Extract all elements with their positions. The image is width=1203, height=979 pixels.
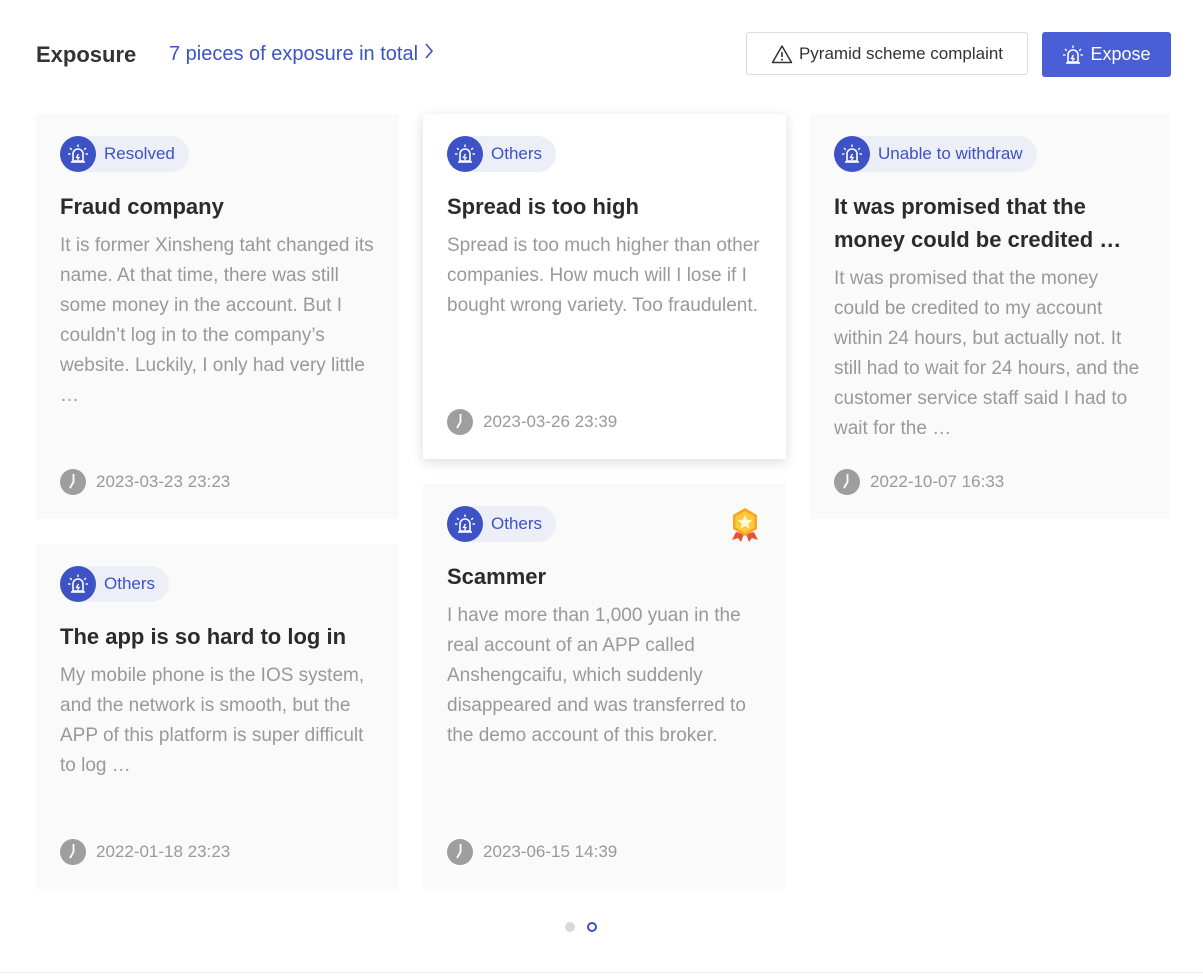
- card-date: 2023-03-23 23:23: [60, 469, 230, 495]
- card-date: 2023-06-15 14:39: [447, 839, 617, 865]
- status-tag-label: Unable to withdraw: [852, 136, 1037, 172]
- exposure-card[interactable]: Others Scammer I have more than 1,000 yu…: [423, 484, 786, 889]
- expose-button-label: Expose: [1090, 44, 1151, 64]
- clock-icon: [447, 409, 473, 435]
- status-tag: Resolved: [60, 136, 189, 172]
- expose-button[interactable]: Expose: [1042, 32, 1171, 77]
- medal-icon: [728, 506, 762, 542]
- clock-icon: [60, 469, 86, 495]
- card-date-text: 2023-03-23 23:23: [96, 472, 231, 491]
- divider: [0, 972, 1203, 973]
- card-title: Spread is too high: [447, 194, 639, 219]
- card-title: The app is so hard to log in: [60, 624, 347, 649]
- exposure-card[interactable]: Others The app is so hard to log in My m…: [36, 544, 399, 889]
- page-dot-1[interactable]: [565, 922, 575, 932]
- page-dot-2[interactable]: [587, 922, 597, 932]
- card-title: Fraud company: [60, 194, 224, 219]
- card-description: My mobile phone is the IOS system, and t…: [60, 665, 365, 776]
- clock-icon: [834, 469, 860, 495]
- card-date: 2022-01-18 23:23: [60, 839, 230, 865]
- warning-icon: [771, 44, 793, 64]
- pyramid-complaint-button[interactable]: Pyramid scheme complaint: [746, 32, 1028, 75]
- clock-icon: [447, 839, 473, 865]
- page-title: Exposure: [36, 42, 137, 67]
- card-description: It was promised that the money could be …: [834, 268, 1140, 439]
- status-tag: Others: [447, 506, 557, 542]
- pyramid-complaint-label: Pyramid scheme complaint: [798, 43, 1004, 63]
- card-date-text: 2023-06-15 14:39: [483, 842, 618, 861]
- alarm-icon: [1062, 44, 1084, 66]
- status-tag: Unable to withdraw: [834, 136, 1037, 172]
- clock-icon: [60, 839, 86, 865]
- status-tag: Others: [447, 136, 557, 172]
- card-description: I have more than 1,000 yuan in the real …: [447, 605, 746, 746]
- pagination-dots: [565, 922, 597, 932]
- total-exposure-label: 7 pieces of exposure in total: [169, 42, 419, 65]
- exposure-card[interactable]: Unable to withdraw It was promised that …: [810, 114, 1170, 519]
- card-description: Spread is too much higher than other com…: [447, 235, 760, 316]
- exposure-card[interactable]: Others Spread is too high Spread is too …: [423, 114, 786, 459]
- chevron-right-icon: [424, 42, 434, 66]
- card-date-text: 2022-10-07 16:33: [870, 472, 1005, 491]
- status-tag: Others: [60, 566, 170, 602]
- alarm-icon: [60, 136, 96, 172]
- exposure-header: Exposure 7 pieces of exposure in total P…: [36, 32, 1171, 77]
- exposure-card[interactable]: Resolved Fraud company It is former Xins…: [36, 114, 399, 519]
- card-date-text: 2023-03-26 23:39: [483, 412, 618, 431]
- card-date: 2023-03-26 23:39: [447, 409, 617, 435]
- alarm-icon: [447, 136, 483, 172]
- alarm-icon: [447, 506, 483, 542]
- alarm-icon: [60, 566, 96, 602]
- card-date-text: 2022-01-18 23:23: [96, 842, 231, 861]
- alarm-icon: [834, 136, 870, 172]
- total-exposure-link[interactable]: 7 pieces of exposure in total: [169, 42, 434, 66]
- card-description: It is former Xinsheng taht changed its n…: [60, 235, 374, 406]
- card-date: 2022-10-07 16:33: [834, 469, 1004, 495]
- card-title: Scammer: [447, 564, 547, 589]
- card-title: It was promised that the money could be …: [834, 194, 1122, 252]
